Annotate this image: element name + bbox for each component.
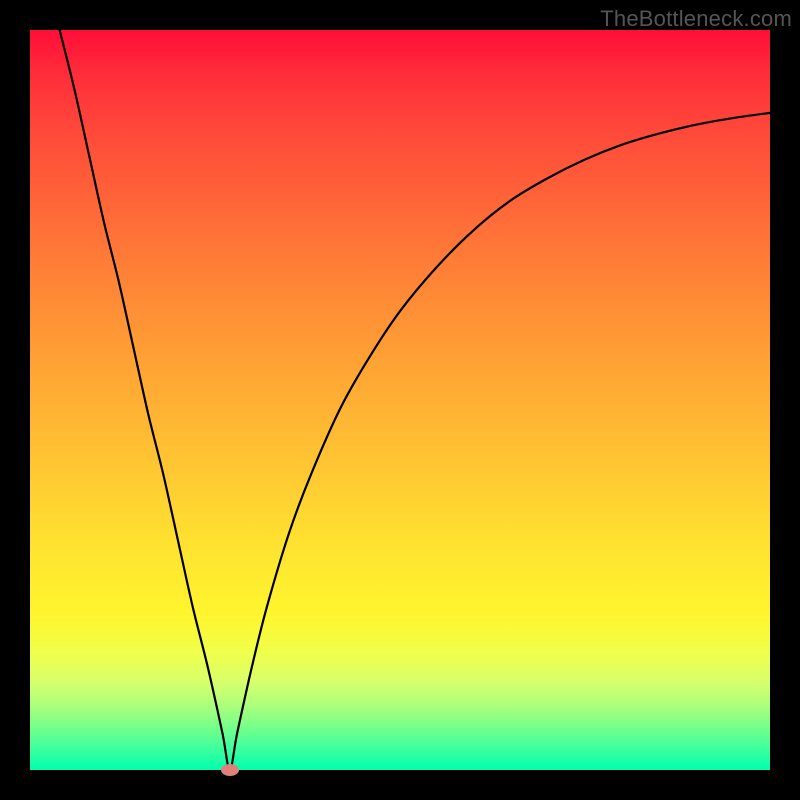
minimum-marker (221, 764, 239, 776)
bottleneck-curve (60, 30, 770, 770)
watermark-text: TheBottleneck.com (600, 6, 792, 32)
plot-area (30, 30, 770, 770)
chart-frame: TheBottleneck.com (0, 0, 800, 800)
curve-svg (30, 30, 770, 770)
